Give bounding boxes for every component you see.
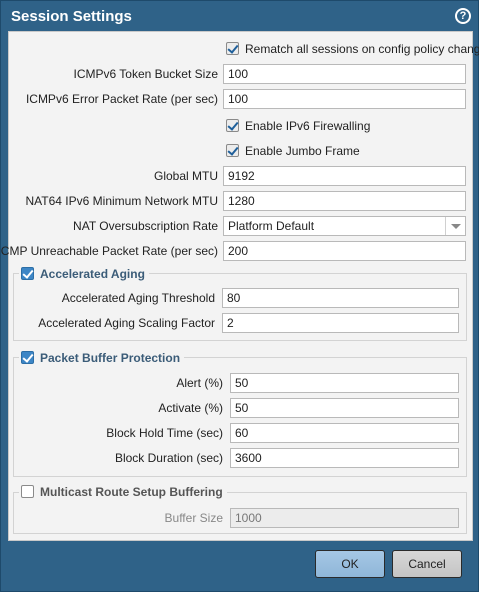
error-rate-input[interactable]	[223, 89, 466, 109]
dialog-body: Rematch all sessions on config policy ch…	[0, 31, 479, 541]
multicast-header: Multicast Route Setup Buffering	[19, 484, 227, 500]
accelerated-aging-checkbox[interactable]	[21, 267, 34, 280]
session-settings-dialog: Session Settings ? Rematch all sessions …	[0, 0, 479, 592]
dialog-title: Session Settings	[11, 8, 132, 25]
multicast-checkbox[interactable]	[21, 485, 34, 498]
activate-input[interactable]	[230, 398, 459, 418]
icmp-unreachable-label: ICMP Unreachable Packet Rate (per sec)	[0, 244, 218, 258]
aging-scaling-label: Accelerated Aging Scaling Factor	[38, 316, 215, 330]
global-mtu-input[interactable]	[223, 166, 466, 186]
jumbo-frame-checkbox[interactable]	[226, 144, 239, 157]
multicast-title: Multicast Route Setup Buffering	[40, 485, 223, 499]
jumbo-frame-label: Enable Jumbo Frame	[245, 144, 360, 158]
ok-button[interactable]: OK	[315, 550, 385, 578]
activate-label: Activate (%)	[158, 401, 223, 415]
block-hold-input[interactable]	[230, 423, 459, 443]
icmp-unreachable-input[interactable]	[223, 241, 466, 261]
ipv6-firewalling-checkbox[interactable]	[226, 119, 239, 132]
error-rate-label: ICMPv6 Error Packet Rate (per sec)	[25, 92, 218, 106]
global-mtu-label: Global MTU	[153, 169, 218, 183]
help-icon[interactable]: ?	[455, 8, 471, 24]
rematch-label: Rematch all sessions on config policy ch…	[245, 42, 479, 56]
rematch-checkbox[interactable]	[226, 42, 239, 55]
aging-threshold-input[interactable]	[222, 288, 459, 308]
block-duration-input[interactable]	[230, 448, 459, 468]
block-hold-label: Block Hold Time (sec)	[106, 426, 223, 440]
token-bucket-label: ICMPv6 Token Bucket Size	[73, 67, 218, 81]
accelerated-aging-title: Accelerated Aging	[40, 267, 145, 281]
chevron-down-icon[interactable]	[445, 217, 465, 235]
nat-oversubscription-select[interactable]: Platform Default	[223, 216, 466, 236]
aging-threshold-label: Accelerated Aging Threshold	[61, 291, 215, 305]
accelerated-aging-header: Accelerated Aging	[19, 266, 149, 282]
nat-oversubscription-label: NAT Oversubscription Rate	[73, 219, 218, 233]
packet-buffer-header: Packet Buffer Protection	[19, 350, 185, 366]
dialog-titlebar: Session Settings ?	[1, 1, 479, 31]
packet-buffer-title: Packet Buffer Protection	[40, 351, 181, 365]
block-duration-label: Block Duration (sec)	[114, 451, 223, 465]
nat-oversubscription-value: Platform Default	[228, 219, 315, 233]
nat64-mtu-input[interactable]	[223, 191, 466, 211]
nat64-mtu-label: NAT64 IPv6 Minimum Network MTU	[25, 194, 218, 208]
packet-buffer-checkbox[interactable]	[21, 351, 34, 364]
alert-label: Alert (%)	[176, 376, 223, 390]
token-bucket-input[interactable]	[223, 64, 466, 84]
aging-scaling-input[interactable]	[222, 313, 459, 333]
cancel-button[interactable]: Cancel	[392, 550, 462, 578]
buffer-size-input[interactable]	[230, 508, 459, 528]
alert-input[interactable]	[230, 373, 459, 393]
buffer-size-label: Buffer Size	[164, 511, 223, 525]
ipv6-firewalling-label: Enable IPv6 Firewalling	[245, 119, 371, 133]
